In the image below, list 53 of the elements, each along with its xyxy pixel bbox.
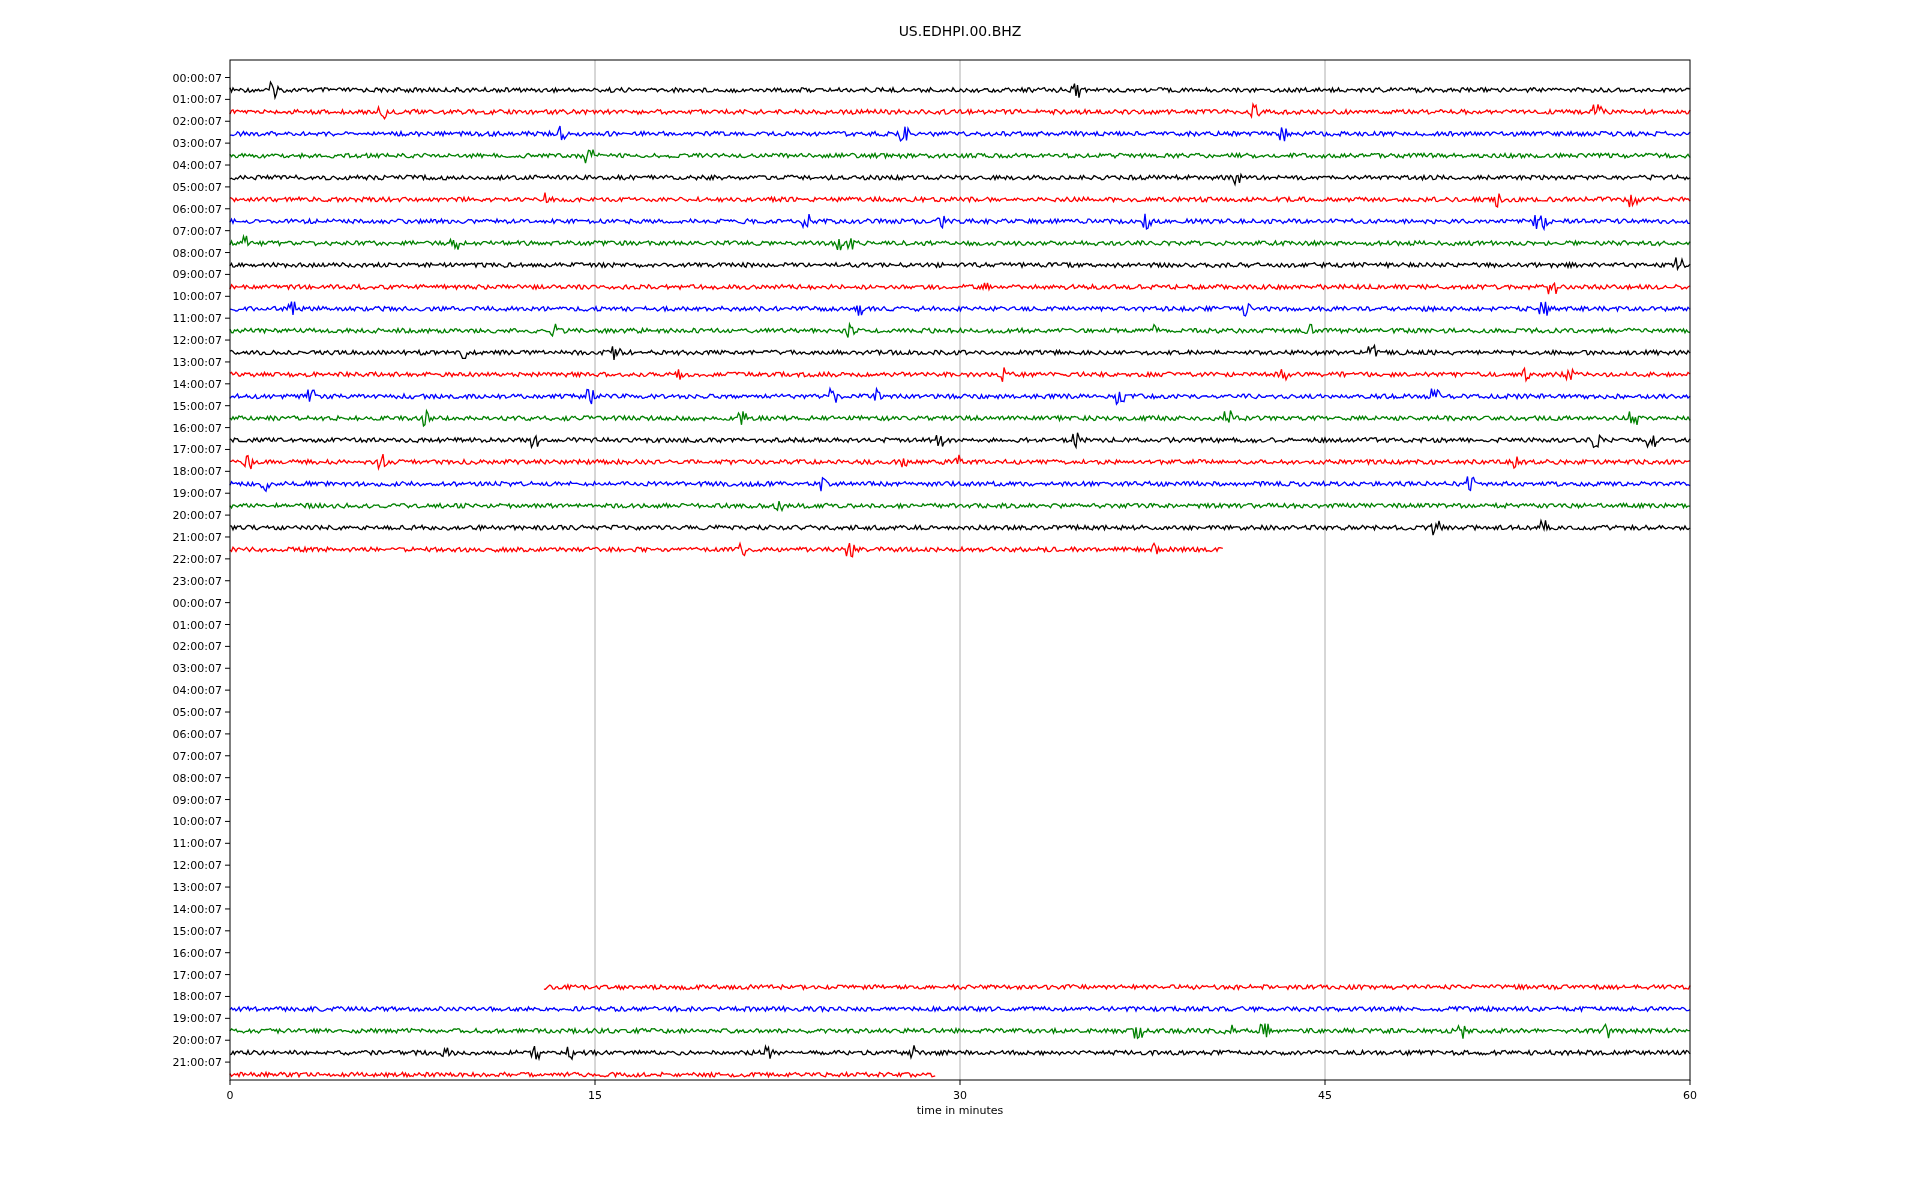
y-tick-label: 14:00:07 <box>172 377 222 391</box>
y-tick-label: 04:00:07 <box>172 684 222 698</box>
y-tick-label: 13:00:07 <box>172 881 222 895</box>
y-tick-label: 20:00:07 <box>172 1034 222 1048</box>
y-tick-label: 18:00:07 <box>172 990 222 1004</box>
y-tick-label: 21:00:07 <box>172 1056 222 1070</box>
y-tick-label: 15:00:07 <box>172 924 222 938</box>
y-tick-label: 03:00:07 <box>172 137 222 151</box>
y-tick-label: 21:00:07 <box>172 531 222 544</box>
y-tick-label: 07:00:07 <box>172 224 222 238</box>
y-tick-label: 17:00:07 <box>172 443 222 457</box>
y-tick-label: 10:00:07 <box>172 290 222 304</box>
y-tick-label: 05:00:07 <box>172 180 222 194</box>
y-tick-label: 01:00:07 <box>172 93 222 107</box>
y-tick-label: 23:00:07 <box>172 574 222 588</box>
y-tick-label: 15:00:07 <box>172 399 222 413</box>
y-tick-label: 07:00:07 <box>172 749 222 763</box>
x-tick-label: 30 <box>953 1089 967 1102</box>
y-tick-label: 06:00:07 <box>172 202 222 216</box>
y-tick-label: 12:00:07 <box>172 859 222 873</box>
y-tick-label: 08:00:07 <box>172 771 222 785</box>
y-tick-label: 09:00:07 <box>172 793 222 807</box>
x-tick-label: 45 <box>1318 1089 1332 1102</box>
y-tick-label: 03:00:07 <box>172 662 222 676</box>
y-tick-label: 06:00:07 <box>172 727 222 741</box>
y-tick-label: 02:00:07 <box>172 115 222 129</box>
y-tick-label: 11:00:07 <box>172 837 222 851</box>
y-tick-label: 01:00:07 <box>172 618 222 632</box>
y-tick-label: 19:00:07 <box>172 1012 222 1026</box>
y-tick-label: 05:00:07 <box>172 706 222 719</box>
y-tick-label: 22:00:07 <box>172 552 222 566</box>
plot-title: US.EDHPI.00.BHZ <box>898 23 1022 39</box>
x-tick-label: 15 <box>588 1089 602 1102</box>
y-tick-label: 00:00:07 <box>172 596 222 610</box>
y-tick-label: 14:00:07 <box>172 902 222 916</box>
y-tick-label: 11:00:07 <box>172 312 222 326</box>
y-tick-label: 02:00:07 <box>172 640 222 654</box>
y-tick-label: 10:00:07 <box>172 815 222 829</box>
y-tick-label: 09:00:07 <box>172 268 222 282</box>
x-tick-label: 60 <box>1683 1089 1697 1102</box>
y-tick-label: 16:00:07 <box>172 946 222 960</box>
y-tick-label: 08:00:07 <box>172 246 222 260</box>
y-tick-label: 13:00:07 <box>172 355 222 369</box>
y-tick-label: 16:00:07 <box>172 421 222 435</box>
y-tick-label: 18:00:07 <box>172 465 222 479</box>
x-axis-label: time in minutes <box>916 1104 1004 1117</box>
y-tick-label: 04:00:07 <box>172 159 222 172</box>
y-tick-label: 00:00:07 <box>172 71 222 85</box>
y-tick-label: 17:00:07 <box>172 968 222 982</box>
y-tick-label: 19:00:07 <box>172 487 222 501</box>
y-tick-label: 20:00:07 <box>172 509 222 523</box>
y-tick-label: 12:00:07 <box>172 334 222 348</box>
x-tick-label: 0 <box>226 1089 234 1102</box>
